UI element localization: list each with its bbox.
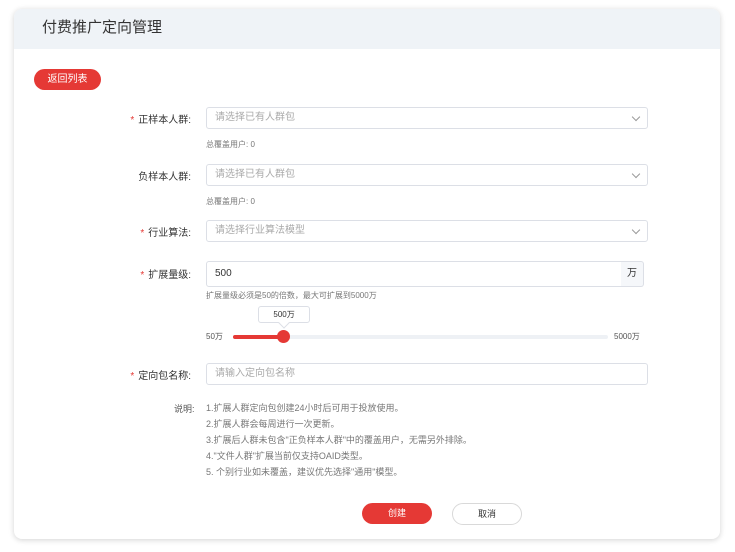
slider-min-label: 50万 [206,332,223,341]
expand-level-label: * 扩展量级: [140,270,191,281]
expand-level-hint: 扩展量级必须是50的倍数，最大可扩展到5000万 [206,291,377,300]
expand-unit: 万 [621,261,644,287]
positive-coverage-text: 总覆盖用户: 0 [206,140,255,149]
page-title: 付费推广定向管理 [42,19,163,36]
negative-sample-placeholder: 请选择已有人群包 [215,169,295,180]
slider-max-label: 5000万 [614,332,640,341]
note-item: 2.扩展人群会每周进行一次更新。 [206,419,340,429]
note-item: 3.扩展后人群未包含"正负样本人群"中的覆盖用户，无需另外排除。 [206,435,472,445]
positive-sample-select[interactable]: 请选择已有人群包 [206,107,648,129]
algorithm-placeholder: 请选择行业算法模型 [215,225,305,236]
positive-sample-placeholder: 请选择已有人群包 [215,112,295,123]
expand-level-input[interactable]: 500 [206,261,630,287]
slider-thumb[interactable] [277,330,291,343]
negative-sample-select[interactable]: 请选择已有人群包 [206,164,648,186]
create-button[interactable]: 创建 [362,503,432,524]
package-name-placeholder: 请输入定向包名称 [215,368,295,379]
notes-list: 1.扩展人群定向包创建24小时后可用于投放使用。 2.扩展人群会每周进行一次更新… [206,400,472,480]
notes-label: 说明: [174,404,195,414]
algorithm-select[interactable]: 请选择行业算法模型 [206,220,648,242]
chevron-down-icon [631,169,641,179]
required-mark: * [130,371,135,382]
algorithm-label: * 行业算法: [140,228,191,239]
card-header: 付费推广定向管理 [14,9,720,49]
note-item: 1.扩展人群定向包创建24小时后可用于投放使用。 [206,403,404,413]
slider-tooltip: 500万 [258,306,311,323]
positive-sample-label: * 正样本人群: [130,115,191,126]
expand-level-slider[interactable] [233,330,608,343]
note-item: 5. 个别行业如未覆盖，建议优先选择"通用"模型。 [206,467,403,477]
required-mark: * [140,270,145,281]
package-name-label: * 定向包名称: [130,371,191,382]
chevron-down-icon [631,225,641,235]
required-mark: * [130,115,135,126]
back-to-list-button[interactable]: 返回列表 [34,69,101,90]
main-card: 付费推广定向管理 返回列表 * 正样本人群: 请选择已有人群包 总覆盖用户: 0 … [14,9,720,539]
chevron-down-icon [631,112,641,122]
slider-fill [233,335,284,339]
package-name-input[interactable]: 请输入定向包名称 [206,363,648,385]
required-mark: * [140,228,145,239]
cancel-button[interactable]: 取消 [452,503,522,525]
negative-coverage-text: 总覆盖用户: 0 [206,197,255,206]
negative-sample-label: 负样本人群: [138,172,191,183]
note-item: 4."文件人群"扩展当前仅支持OAID类型。 [206,451,368,461]
